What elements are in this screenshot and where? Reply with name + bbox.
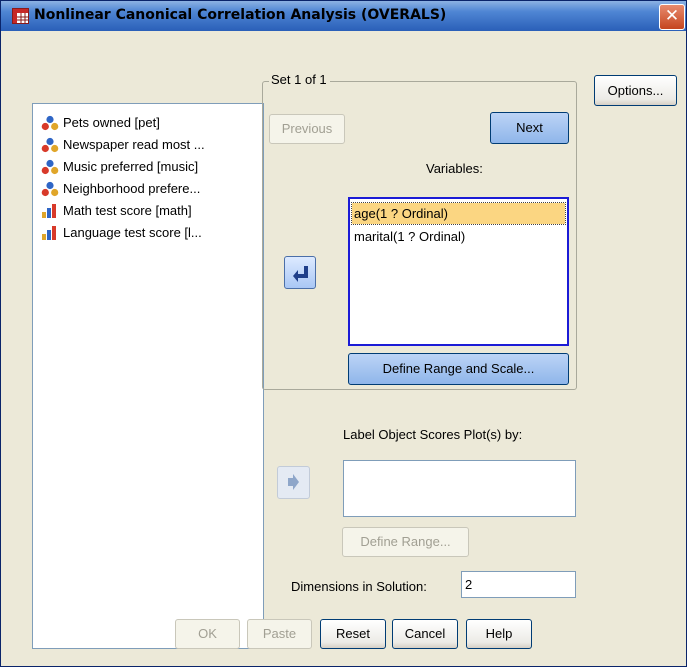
next-button[interactable]: Next — [490, 112, 569, 144]
help-button[interactable]: Help — [466, 619, 532, 649]
define-range-scale-button[interactable]: Define Range and Scale... — [348, 353, 569, 385]
nominal-icon — [41, 159, 59, 175]
dialog-window: Nonlinear Canonical Correlation Analysis… — [0, 0, 687, 667]
source-variable-label: Pets owned [pet] — [63, 115, 160, 130]
title-bar[interactable]: Nonlinear Canonical Correlation Analysis… — [1, 1, 686, 31]
label-object-field[interactable] — [343, 460, 576, 517]
arrow-return-icon — [293, 266, 308, 282]
source-variable-label: Language test score [l... — [63, 225, 202, 240]
scale-icon — [42, 204, 56, 218]
nominal-icon — [41, 115, 59, 131]
variables-list[interactable]: age(1 ? Ordinal) marital(1 ? Ordinal) — [348, 197, 569, 346]
variables-label: Variables: — [426, 161, 483, 176]
source-variable-label: Neighborhood prefere... — [63, 181, 201, 196]
ok-button[interactable]: OK — [175, 619, 240, 649]
paste-button[interactable]: Paste — [247, 619, 312, 649]
close-button[interactable]: ✕ — [659, 4, 685, 30]
move-to-variables-button[interactable] — [284, 256, 316, 289]
label-object-scores-label: Label Object Scores Plot(s) by: — [343, 427, 523, 442]
define-range-button[interactable]: Define Range... — [342, 527, 469, 557]
source-variable-list[interactable]: Pets owned [pet] Newspaper read most ... M… — [32, 103, 264, 649]
previous-button[interactable]: Previous — [269, 114, 345, 144]
cancel-button[interactable]: Cancel — [392, 619, 458, 649]
window-title: Nonlinear Canonical Correlation Analysis… — [34, 7, 447, 23]
dimensions-label: Dimensions in Solution: — [291, 579, 427, 594]
close-icon: ✕ — [664, 6, 680, 26]
spss-table-icon — [12, 8, 29, 24]
reset-button[interactable]: Reset — [320, 619, 386, 649]
source-variable-label: Math test score [math] — [63, 203, 192, 218]
arrow-right-icon — [288, 474, 299, 490]
nominal-icon — [41, 137, 59, 153]
dimensions-input[interactable]: 2 — [461, 571, 576, 598]
move-to-label-button[interactable] — [277, 466, 310, 499]
scale-icon — [42, 226, 56, 240]
variable-item[interactable]: age(1 ? Ordinal) — [351, 202, 566, 225]
source-variable-label: Newspaper read most ... — [63, 137, 205, 152]
variable-item[interactable]: marital(1 ? Ordinal) — [352, 226, 565, 247]
nominal-icon — [41, 181, 59, 197]
options-button[interactable]: Options... — [594, 75, 677, 106]
source-variable-label: Music preferred [music] — [63, 159, 199, 174]
set-group-legend: Set 1 of 1 — [269, 72, 330, 87]
